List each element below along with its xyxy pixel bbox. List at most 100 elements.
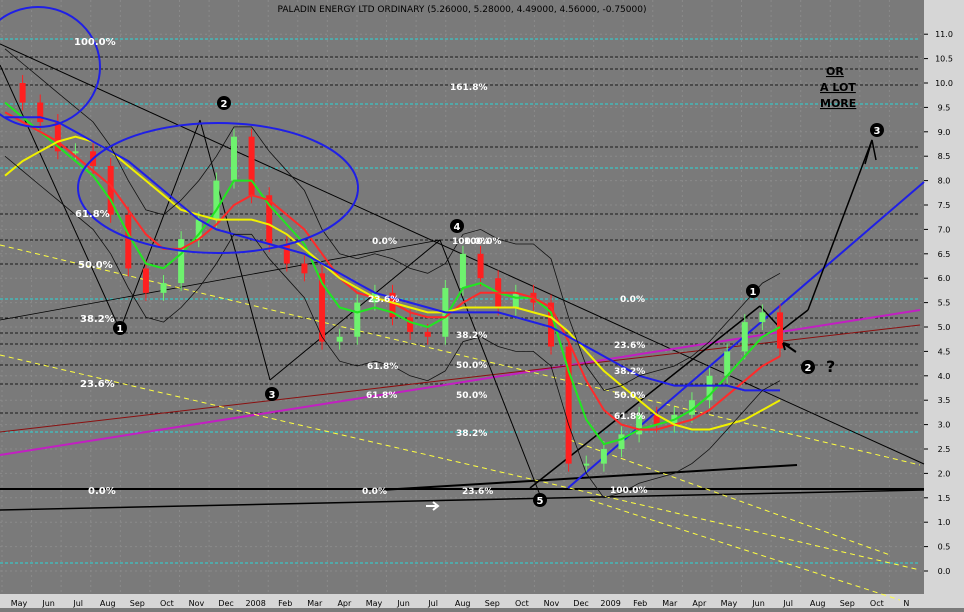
annotation-text: MORE — [820, 97, 856, 110]
fib-label: 61.8% — [366, 391, 397, 401]
annotation-text: OR — [826, 65, 844, 78]
price-chart: 0.0 0.5 1.0 1.5 2.0 2.5 3.0 3.5 4.0 4.5 5.0 5.5 6.0 6… — [0, 0, 964, 608]
candle-body — [583, 463, 590, 466]
wave-marker: 1 — [746, 284, 760, 298]
x-tick-label: Jun — [396, 599, 410, 608]
x-tick-label: Nov — [189, 599, 205, 608]
y-tick-label: 9.5 — [938, 103, 951, 112]
y-tick-label: 5.5 — [938, 299, 951, 308]
fib-label: 100.0% — [464, 237, 502, 247]
wave-label: 1 — [117, 324, 124, 335]
y-tick-label: 11.0 — [935, 30, 953, 39]
x-tick-label: Jul — [782, 599, 793, 608]
candle-body — [777, 312, 783, 349]
y-tick-label: 3.5 — [938, 396, 951, 405]
x-tick-label: May — [366, 599, 383, 608]
y-tick-label: 8.5 — [938, 152, 951, 161]
candle-body — [459, 253, 466, 288]
wave-marker: 2 — [217, 96, 231, 110]
x-tick-label: Jun — [751, 599, 765, 608]
chart-window: 0.0 0.5 1.0 1.5 2.0 2.5 3.0 3.5 4.0 4.5 5.0 5.5 6.0 6… — [0, 0, 964, 608]
candle-body — [600, 449, 607, 464]
fib-label: 38.2% — [80, 314, 115, 325]
annotation-text: ? — [826, 357, 835, 376]
x-tick-label: Oct — [160, 599, 174, 608]
x-tick-label: 2009 — [600, 599, 620, 608]
fib-label: 38.2% — [614, 367, 645, 377]
chart-title: PALADIN ENERGY LTD ORDINARY (5.26000, 5.… — [278, 5, 647, 15]
x-tick-label: Apr — [692, 599, 707, 608]
x-tick-label: Aug — [100, 599, 116, 608]
fib-label: 50.0% — [456, 391, 487, 401]
x-tick-label: 2008 — [245, 599, 265, 608]
fib-label: 50.0% — [614, 391, 645, 401]
y-tick-label: 9.0 — [938, 128, 951, 137]
y-tick-label: 0.0 — [938, 567, 951, 576]
x-tick-label: Sep — [130, 599, 145, 608]
x-tick-label: Aug — [810, 599, 826, 608]
y-tick-label: 3.0 — [938, 421, 951, 430]
x-tick-label: Sep — [485, 599, 500, 608]
x-tick-label: May — [721, 599, 738, 608]
candle-body — [37, 102, 44, 123]
x-tick-label: Jul — [427, 599, 438, 608]
fib-label: 100.0% — [74, 37, 116, 48]
y-tick-label: 0.5 — [938, 543, 951, 552]
candle-body — [142, 268, 149, 293]
candle-body — [248, 136, 255, 196]
x-tick-label: Mar — [307, 599, 323, 608]
x-tick-label: Sep — [840, 599, 855, 608]
fib-label: 61.8% — [75, 209, 110, 220]
x-tick-label: Jun — [41, 599, 55, 608]
candle-body — [512, 292, 519, 308]
x-tick-label: N — [903, 599, 909, 608]
annotation-text: A LOT — [820, 81, 856, 94]
wave-label: 2 — [805, 363, 812, 374]
wave-label: 3 — [269, 390, 276, 401]
fib-label: 23.6% — [368, 295, 399, 305]
y-tick-label: 1.5 — [938, 494, 951, 503]
fib-label: 23.6% — [80, 379, 115, 390]
y-tick-label: 4.0 — [938, 372, 951, 381]
y-tick-label: 1.0 — [938, 518, 951, 527]
x-tick-label: Nov — [544, 599, 560, 608]
y-tick-label: 4.5 — [938, 347, 951, 356]
fib-label: 0.0% — [372, 237, 397, 247]
candle-body — [283, 244, 290, 264]
candle-body — [336, 336, 343, 342]
x-tick-label: May — [11, 599, 28, 608]
y-tick-label: 2.0 — [938, 469, 951, 478]
fib-label: 100.0% — [610, 486, 648, 496]
y-tick-label: 2.5 — [938, 445, 951, 454]
x-tick-label: Feb — [278, 599, 292, 608]
candle-body — [178, 239, 185, 284]
wave-marker: 3 — [870, 123, 884, 137]
candle-body — [759, 312, 766, 323]
x-tick-label: Dec — [218, 599, 233, 608]
y-tick-label: 6.5 — [938, 250, 951, 259]
fib-label: 0.0% — [88, 486, 116, 497]
wave-marker: 3 — [265, 387, 279, 401]
candle-body — [618, 434, 625, 449]
candle-body — [477, 253, 484, 279]
x-tick-label: Oct — [515, 599, 529, 608]
fib-label: 0.0% — [620, 295, 645, 305]
candle-body — [301, 263, 308, 274]
fib-label: 161.8% — [450, 83, 488, 93]
x-tick-label: Feb — [633, 599, 647, 608]
candle-body — [19, 83, 26, 103]
y-tick-label: 6.0 — [938, 274, 951, 283]
fib-label: 38.2% — [456, 331, 487, 341]
candle-body — [741, 322, 748, 352]
y-tick-label: 7.5 — [938, 201, 951, 210]
wave-label: 2 — [221, 99, 228, 110]
fib-label: 0.0% — [362, 487, 387, 497]
candle-body — [160, 283, 167, 293]
fib-label: 61.8% — [367, 362, 398, 372]
y-tick-label: 10.5 — [935, 55, 953, 64]
fib-label: 23.6% — [614, 341, 645, 351]
wave-label: 1 — [750, 287, 757, 298]
candle-body — [354, 302, 361, 337]
candle-body — [407, 317, 414, 332]
candle-body — [72, 151, 79, 154]
